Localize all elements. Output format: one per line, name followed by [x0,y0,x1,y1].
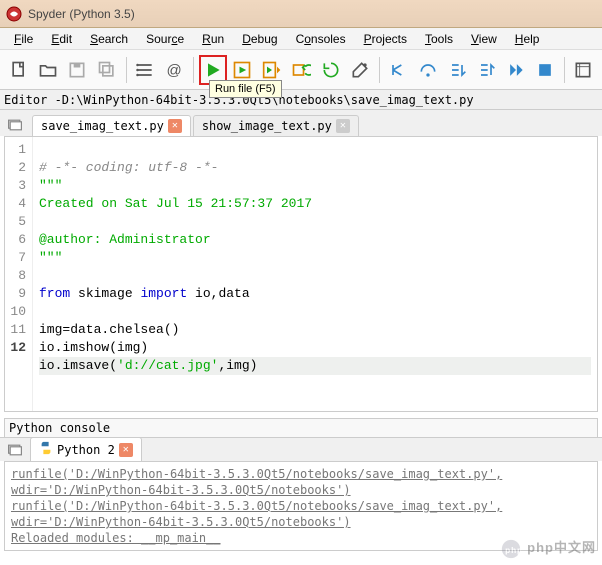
console-tab-label: Python 2 [57,443,115,457]
save-file-button[interactable] [64,55,91,85]
maximize-button[interactable] [570,55,597,85]
editor-tabs: save_imag_text.py ✕ show_image_text.py ✕ [0,110,602,136]
tab-label: show_image_text.py [202,119,332,133]
menu-help[interactable]: Help [507,30,548,48]
console-tab-python2[interactable]: Python 2 ✕ [30,437,142,461]
menu-search[interactable]: Search [82,30,136,48]
continue-button[interactable] [502,55,529,85]
toolbar-separator [564,57,565,83]
menu-debug[interactable]: Debug [234,30,285,48]
debug-button[interactable] [385,55,412,85]
toolbar-separator [126,57,127,83]
new-file-button[interactable] [5,55,32,85]
menu-file[interactable]: File [6,30,41,48]
console-panel-title: Python console [4,418,598,437]
run-again-button[interactable] [317,55,344,85]
close-tab-icon[interactable]: ✕ [336,119,350,133]
save-all-button[interactable] [93,55,120,85]
console-output-line: Reloaded modules: __mp_main__ [11,530,591,546]
menu-tools[interactable]: Tools [417,30,461,48]
configure-button[interactable] [346,55,373,85]
code-editor[interactable]: 123 456 789 101112 # -*- coding: utf-8 -… [4,136,598,412]
step-over-button[interactable] [414,55,441,85]
python-icon [39,441,53,458]
tab-save-imag-text[interactable]: save_imag_text.py ✕ [32,115,191,136]
close-tab-icon[interactable]: ✕ [168,119,182,133]
console-tabs: Python 2 ✕ [0,437,602,461]
python-console[interactable]: runfile('D:/WinPython-64bit-3.5.3.0Qt5/n… [4,461,598,551]
window-titlebar: Spyder (Python 3.5) [0,0,602,28]
run-tooltip: Run file (F5) [209,80,282,98]
menu-projects[interactable]: Projects [356,30,415,48]
menu-view[interactable]: View [463,30,505,48]
app-icon [6,6,22,22]
menu-edit[interactable]: Edit [43,30,80,48]
browse-console-tabs-button[interactable] [4,439,26,461]
console-output-line: runfile('D:/WinPython-64bit-3.5.3.0Qt5/n… [11,498,591,530]
menubar: File Edit Search Source Run Debug Consol… [0,28,602,50]
console-output-line: runfile('D:/WinPython-64bit-3.5.3.0Qt5/n… [11,466,591,498]
code-area[interactable]: # -*- coding: utf-8 -*- """ Created on S… [33,137,597,411]
toolbar-separator [193,57,194,83]
open-file-button[interactable] [34,55,61,85]
stop-debug-button[interactable] [531,55,558,85]
toolbar-separator [379,57,380,83]
tab-show-image-text[interactable]: show_image_text.py ✕ [193,115,359,136]
menu-source[interactable]: Source [138,30,192,48]
toolbar: @ Run file (F5) [0,50,602,90]
window-title: Spyder (Python 3.5) [28,7,135,21]
svg-text:@: @ [167,62,182,79]
close-tab-icon[interactable]: ✕ [119,443,133,457]
line-gutter: 123 456 789 101112 [5,137,33,411]
step-into-button[interactable] [443,55,470,85]
editor-label: Editor - [4,93,62,107]
outline-button[interactable] [131,55,158,85]
menu-run[interactable]: Run [194,30,232,48]
step-out-button[interactable] [473,55,500,85]
at-button[interactable]: @ [161,55,188,85]
editor-path-bar: Editor - D:\WinPython-64bit-3.5.3.0Qt5\n… [0,90,602,110]
menu-consoles[interactable]: Consoles [288,30,354,48]
run-selection-button[interactable] [288,55,315,85]
browse-tabs-button[interactable] [4,114,26,136]
tab-label: save_imag_text.py [41,119,164,133]
